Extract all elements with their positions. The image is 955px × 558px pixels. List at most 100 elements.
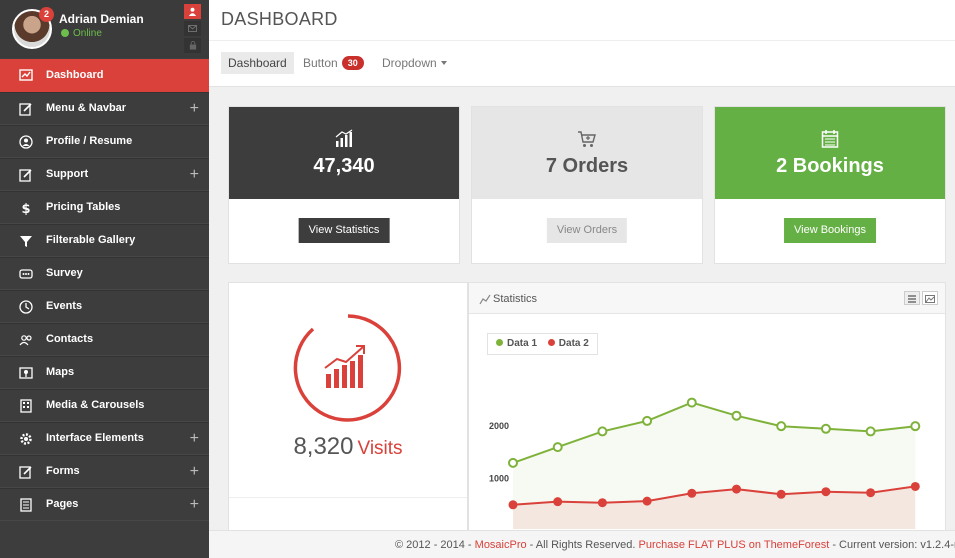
view-statistics-button[interactable]: View Statistics bbox=[298, 218, 390, 243]
legend-marker bbox=[547, 339, 555, 346]
sidebar-item-label: Interface Elements bbox=[46, 432, 144, 444]
mail-icon[interactable] bbox=[184, 21, 201, 36]
filter-icon bbox=[20, 236, 32, 247]
statistics-chart: 1000 2000 bbox=[489, 397, 921, 529]
bookings-value: 2 Bookings bbox=[776, 155, 884, 177]
sidebar-item-label: Contacts bbox=[46, 333, 94, 345]
gear-icon bbox=[20, 433, 32, 445]
bookings-card: 2 Bookings View Bookings bbox=[714, 106, 946, 264]
lock-icon[interactable] bbox=[184, 38, 201, 53]
sidebar-item-label: Profile / Resume bbox=[46, 135, 133, 147]
data-point bbox=[731, 410, 742, 421]
sidebar-item-label: Survey bbox=[46, 267, 83, 279]
user-name[interactable]: Adrian Demian bbox=[59, 12, 144, 26]
footer: © 2012 - 2014 - MosaicPro - All Rights R… bbox=[209, 530, 955, 558]
clock-icon bbox=[19, 300, 33, 314]
data-point bbox=[820, 423, 831, 434]
sidebar-item-label: Dashboard bbox=[46, 69, 104, 81]
legend-data-1: Data 1 bbox=[507, 338, 538, 349]
sidebar-item-filterable-gallery[interactable]: Filterable Gallery bbox=[0, 224, 209, 257]
sidebar-item-pages[interactable]: Pages + bbox=[0, 488, 209, 521]
list-view-icon[interactable] bbox=[904, 291, 920, 305]
caret-down-icon bbox=[440, 61, 447, 65]
svg-text:$: $ bbox=[21, 202, 30, 215]
data-point bbox=[642, 415, 653, 426]
view-bookings-button[interactable]: View Bookings bbox=[784, 218, 876, 243]
bar-chart-icon bbox=[335, 129, 353, 147]
data-point bbox=[776, 489, 786, 499]
data-point bbox=[732, 484, 741, 494]
sidebar-item-interface-elements[interactable]: Interface Elements + bbox=[0, 422, 209, 455]
view-orders-button[interactable]: View Orders bbox=[546, 218, 628, 243]
tab-dropdown-label: Dropdown bbox=[382, 56, 437, 70]
purchase-link[interactable]: Purchase FLAT PLUS on ThemeForest bbox=[639, 539, 830, 551]
expand-icon[interactable]: + bbox=[190, 423, 199, 454]
y-tick-label: 1000 bbox=[489, 474, 509, 484]
expand-icon[interactable]: + bbox=[190, 489, 199, 520]
data-point bbox=[821, 487, 831, 497]
expand-icon[interactable]: + bbox=[190, 159, 199, 190]
expand-icon[interactable]: + bbox=[190, 93, 199, 124]
statistics-card: 47,340 View Statistics bbox=[228, 106, 460, 264]
tab-dashboard[interactable]: Dashboard bbox=[221, 52, 294, 74]
data-point bbox=[642, 496, 652, 506]
sidebar-item-label: Pages bbox=[46, 498, 79, 510]
data-point bbox=[865, 426, 876, 437]
sidebar-item-events[interactable]: Events bbox=[0, 290, 209, 323]
sidebar-item-contacts[interactable]: Contacts bbox=[0, 323, 209, 356]
sidebar-item-label: Support bbox=[46, 168, 89, 180]
orders-card-header: 7 Orders bbox=[472, 107, 702, 199]
sidebar-item-forms[interactable]: Forms + bbox=[0, 455, 209, 488]
button-badge: 30 bbox=[341, 56, 364, 70]
media-icon bbox=[20, 399, 32, 413]
sidebar-item-survey[interactable]: Survey bbox=[0, 257, 209, 290]
data-point bbox=[910, 421, 921, 432]
visits-panel: 8,320 Visits bbox=[228, 282, 468, 558]
data-point bbox=[597, 498, 607, 508]
data-point bbox=[553, 497, 563, 507]
calendar-icon bbox=[821, 130, 839, 148]
pages-icon bbox=[20, 498, 32, 512]
bookings-card-header: 2 Bookings bbox=[715, 107, 945, 199]
data-point bbox=[552, 442, 563, 453]
legend-marker bbox=[496, 339, 503, 346]
orders-card: 7 Orders View Orders bbox=[471, 106, 703, 264]
sidebar-item-label: Maps bbox=[46, 366, 75, 378]
statistics-value: 47,340 bbox=[313, 155, 375, 177]
sidebar-item-media-carousels[interactable]: Media & Carousels bbox=[0, 389, 209, 422]
sidebar-item-label: Pricing Tables bbox=[46, 201, 121, 213]
sidebar-item-profile[interactable]: Profile / Resume bbox=[0, 125, 209, 158]
data-point bbox=[508, 457, 518, 468]
sidebar-item-dashboard[interactable]: Dashboard bbox=[0, 59, 209, 92]
sidebar: 2 Adrian Demian Online Dashboard Menu & … bbox=[0, 0, 209, 558]
page-title: DASHBOARD bbox=[221, 9, 338, 29]
data-point bbox=[687, 488, 697, 498]
sidebar-item-menu-navbar[interactable]: Menu & Navbar + bbox=[0, 92, 209, 125]
image-view-icon[interactable] bbox=[922, 291, 938, 305]
divider bbox=[209, 40, 955, 41]
statistics-title: Statistics bbox=[493, 293, 538, 305]
bar-chart-icon bbox=[324, 345, 365, 388]
sidebar-item-support[interactable]: Support + bbox=[0, 158, 209, 191]
data-point bbox=[866, 488, 876, 498]
edit-icon bbox=[19, 466, 32, 479]
data-point bbox=[686, 397, 697, 408]
data-point bbox=[910, 481, 920, 491]
sidebar-item-pricing-tables[interactable]: $ Pricing Tables bbox=[0, 191, 209, 224]
sidebar-item-maps[interactable]: Maps bbox=[0, 356, 209, 389]
page-header: DASHBOARD Dashboard Button 30 Dropdown bbox=[209, 0, 955, 87]
visits-label: Visits bbox=[357, 438, 403, 459]
sidebar-item-label: Forms bbox=[46, 465, 80, 477]
contacts-icon bbox=[19, 335, 32, 346]
sidebar-item-label: Filterable Gallery bbox=[46, 234, 136, 246]
brand-link[interactable]: MosaicPro bbox=[475, 539, 527, 551]
y-tick-label: 2000 bbox=[489, 421, 509, 431]
visits-value: 8,320 bbox=[293, 433, 354, 460]
quick-actions bbox=[184, 4, 201, 55]
data-point bbox=[597, 426, 608, 437]
tab-button[interactable]: Button 30 bbox=[303, 52, 364, 74]
expand-icon[interactable]: + bbox=[190, 456, 199, 487]
sidebar-item-label: Media & Carousels bbox=[46, 399, 145, 411]
user-icon[interactable] bbox=[184, 4, 201, 19]
tab-dropdown[interactable]: Dropdown bbox=[382, 52, 447, 74]
